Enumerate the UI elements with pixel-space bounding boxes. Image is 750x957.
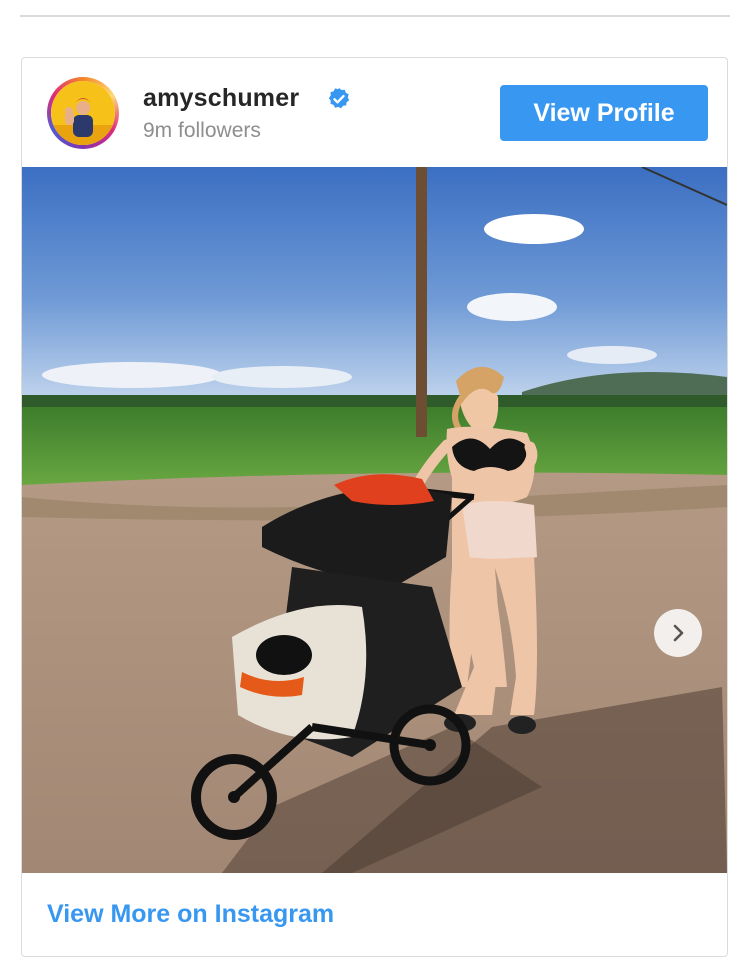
instagram-embed-card: amyschumer 9m followers View Profile Vie… [21, 57, 728, 957]
view-profile-button[interactable]: View Profile [500, 85, 708, 141]
profile-avatar[interactable] [47, 77, 119, 149]
photo-scene [22, 167, 727, 873]
follower-count: 9m followers [143, 119, 261, 142]
chevron-right-icon [673, 624, 684, 642]
next-photo-button[interactable] [654, 609, 702, 657]
view-more-instagram-link[interactable]: View More on Instagram [47, 900, 334, 929]
avatar-illustration [51, 81, 115, 145]
top-divider [20, 15, 730, 17]
verified-badge-icon [328, 88, 350, 109]
avatar-image [51, 81, 115, 145]
username[interactable]: amyschumer [143, 84, 299, 113]
post-header: amyschumer 9m followers View Profile [22, 58, 727, 168]
post-photo[interactable] [22, 167, 727, 873]
